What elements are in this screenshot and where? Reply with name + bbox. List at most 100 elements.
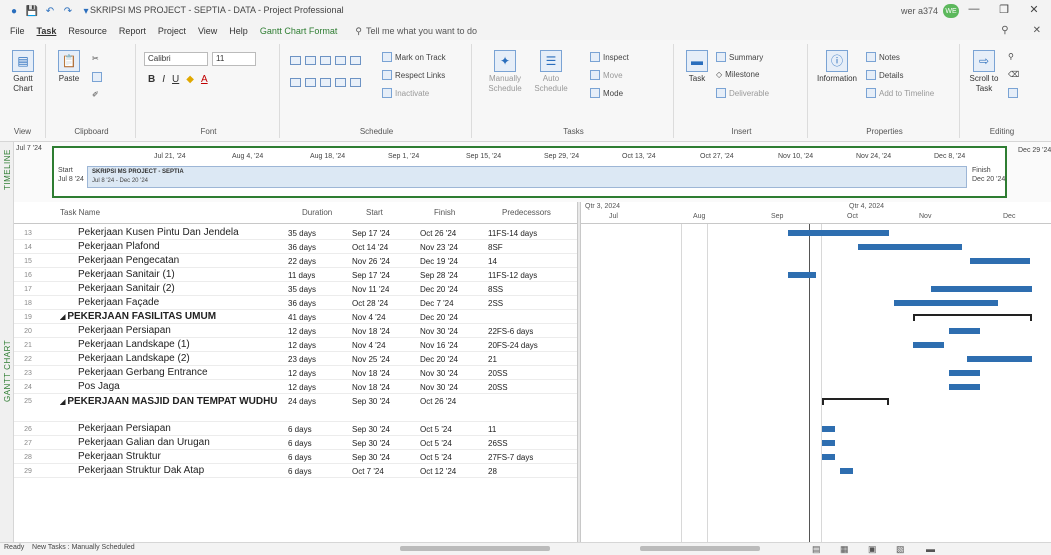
table-row[interactable]: 22 Pekerjaan Landskape (2) 23 days Nov 25 '… [14,352,577,366]
table-row[interactable]: 14 Pekerjaan Plafond 36 days Oct 14 '24 Nov … [14,240,577,254]
task-start[interactable]: Oct 7 '24 [352,466,384,478]
cut-button[interactable]: ✂ [92,54,99,63]
row-id[interactable]: 17 [14,284,42,296]
task-bar[interactable] [930,286,1033,292]
task-start[interactable]: Sep 30 '24 [352,452,390,464]
row-id[interactable]: 14 [14,242,42,254]
task-name[interactable]: Pos Jaga [78,381,298,393]
task-bar[interactable] [949,384,981,390]
task-start[interactable]: Nov 18 '24 [352,326,390,338]
task-bar[interactable] [839,468,853,474]
row-id[interactable]: 15 [14,256,42,268]
tab-report[interactable]: Report [113,26,152,36]
task-bar[interactable] [787,230,890,236]
task-predecessors[interactable]: 11FS-12 days [488,270,537,282]
details-button[interactable]: Details [866,70,903,80]
task-finish[interactable]: Dec 20 '24 [420,284,458,296]
task-start[interactable]: Nov 4 '24 [352,340,386,352]
task-start[interactable]: Sep 30 '24 [352,396,390,408]
inspect-button[interactable]: Inspect [590,52,629,62]
row-id[interactable]: 27 [14,438,42,450]
task-predecessors[interactable]: 20SS [488,382,508,394]
tell-me-box[interactable]: ⚲ Tell me what you want to do [343,26,477,37]
tab-help[interactable]: Help [223,26,254,36]
user-account[interactable]: wer a374 WE [901,4,959,18]
add-to-timeline-button[interactable]: Add to Timeline [866,88,934,98]
row-id[interactable]: 16 [14,270,42,282]
task-duration[interactable]: 12 days [288,382,316,394]
network-view-icon[interactable]: ▣ [868,544,877,555]
milestone-button[interactable]: ◇ Milestone [716,70,759,79]
task-duration[interactable]: 12 days [288,326,316,338]
task-predecessors[interactable]: 11FS-14 days [488,228,537,240]
task-finish[interactable]: Oct 5 '24 [420,438,452,450]
row-id[interactable]: 24 [14,382,42,394]
task-finish[interactable]: Oct 5 '24 [420,424,452,436]
column-finish[interactable]: Finish [434,208,455,217]
task-finish[interactable]: Dec 20 '24 [420,354,458,366]
task-duration[interactable]: 12 days [288,368,316,380]
tab-file[interactable]: File [4,26,31,36]
task-usage-icon[interactable]: ▦ [840,544,849,555]
restore-icon[interactable]: ❐ [995,3,1013,16]
copy-button[interactable] [92,72,102,82]
task-bar[interactable] [949,328,981,334]
row-id[interactable]: 13 [14,228,42,240]
task-finish[interactable]: Oct 5 '24 [420,452,452,464]
deliverable-button[interactable]: Deliverable [716,88,769,98]
table-row[interactable]: 20 Pekerjaan Persiapan 12 days Nov 18 '24 No… [14,324,577,338]
italic-icon[interactable]: I [162,74,165,85]
task-bar[interactable] [858,244,962,250]
column-predecessors[interactable]: Predecessors [502,208,551,217]
chart-scroll-thumb[interactable] [640,546,760,551]
row-id[interactable]: 20 [14,326,42,338]
manually-schedule-button[interactable]: ✦ Manually Schedule [486,50,524,94]
task-start[interactable]: Oct 14 '24 [352,242,388,254]
redo-icon[interactable]: ↷ [62,5,74,17]
task-predecessors[interactable]: 20SS [488,368,508,380]
table-scroll-thumb[interactable] [400,546,550,551]
task-bar[interactable] [912,342,944,348]
indent-link-buttons[interactable] [290,78,361,87]
task-finish[interactable]: Nov 30 '24 [420,326,458,338]
task-name[interactable]: Pekerjaan Façade [78,297,298,309]
task-predecessors[interactable]: 27FS-7 days [488,452,533,464]
row-id[interactable]: 25 [14,396,42,408]
timeline-project-bar[interactable]: SKRIPSI MS PROJECT - SEPTIA Jul 8 '24 - … [87,166,967,188]
task-bar[interactable] [787,272,817,278]
task-name[interactable]: Pekerjaan Gerbang Entrance [78,367,298,379]
task-duration[interactable]: 6 days [288,466,312,478]
row-id[interactable]: 23 [14,368,42,380]
summary-bar[interactable] [821,398,890,405]
task-finish[interactable]: Sep 28 '24 [420,270,458,282]
task-duration[interactable]: 22 days [288,256,316,268]
task-duration[interactable]: 12 days [288,340,316,352]
tab-gantt-chart-format[interactable]: Gantt Chart Format [254,26,344,36]
task-bar[interactable] [969,258,1030,264]
column-task-name[interactable]: Task Name [60,208,100,217]
gantt-chart-button[interactable]: ▤ Gantt Chart [6,50,40,94]
row-id[interactable]: 18 [14,298,42,310]
column-start[interactable]: Start [366,208,383,217]
new-tasks-mode[interactable]: New Tasks : Manually Scheduled [32,544,135,551]
task-start[interactable]: Nov 18 '24 [352,382,390,394]
task-start[interactable]: Nov 18 '24 [352,368,390,380]
auto-schedule-button[interactable]: ☰ Auto Schedule [532,50,570,94]
task-duration[interactable]: 6 days [288,452,312,464]
task-predecessors[interactable]: 8SF [488,242,503,254]
task-bar[interactable] [821,426,835,432]
font-size-select[interactable]: 11 [212,52,256,66]
task-predecessors[interactable]: 20FS-24 days [488,340,538,352]
table-row[interactable]: 15 Pekerjaan Pengecatan 22 days Nov 26 '24 D… [14,254,577,268]
underline-icon[interactable]: U [172,74,179,85]
move-button[interactable]: Move [590,70,623,80]
task-finish[interactable]: Dec 20 '24 [420,312,458,324]
task-predecessors[interactable]: 21 [488,354,497,366]
table-row[interactable]: 21 Pekerjaan Landskape (1) 12 days Nov 4 '2… [14,338,577,352]
task-start[interactable]: Nov 4 '24 [352,312,386,324]
avatar[interactable]: WE [943,4,959,18]
task-name[interactable]: Pekerjaan Plafond [78,241,298,253]
task-duration[interactable]: 11 days [288,270,315,282]
minimize-icon[interactable]: — [965,3,983,15]
summary-bar[interactable] [912,314,1033,321]
